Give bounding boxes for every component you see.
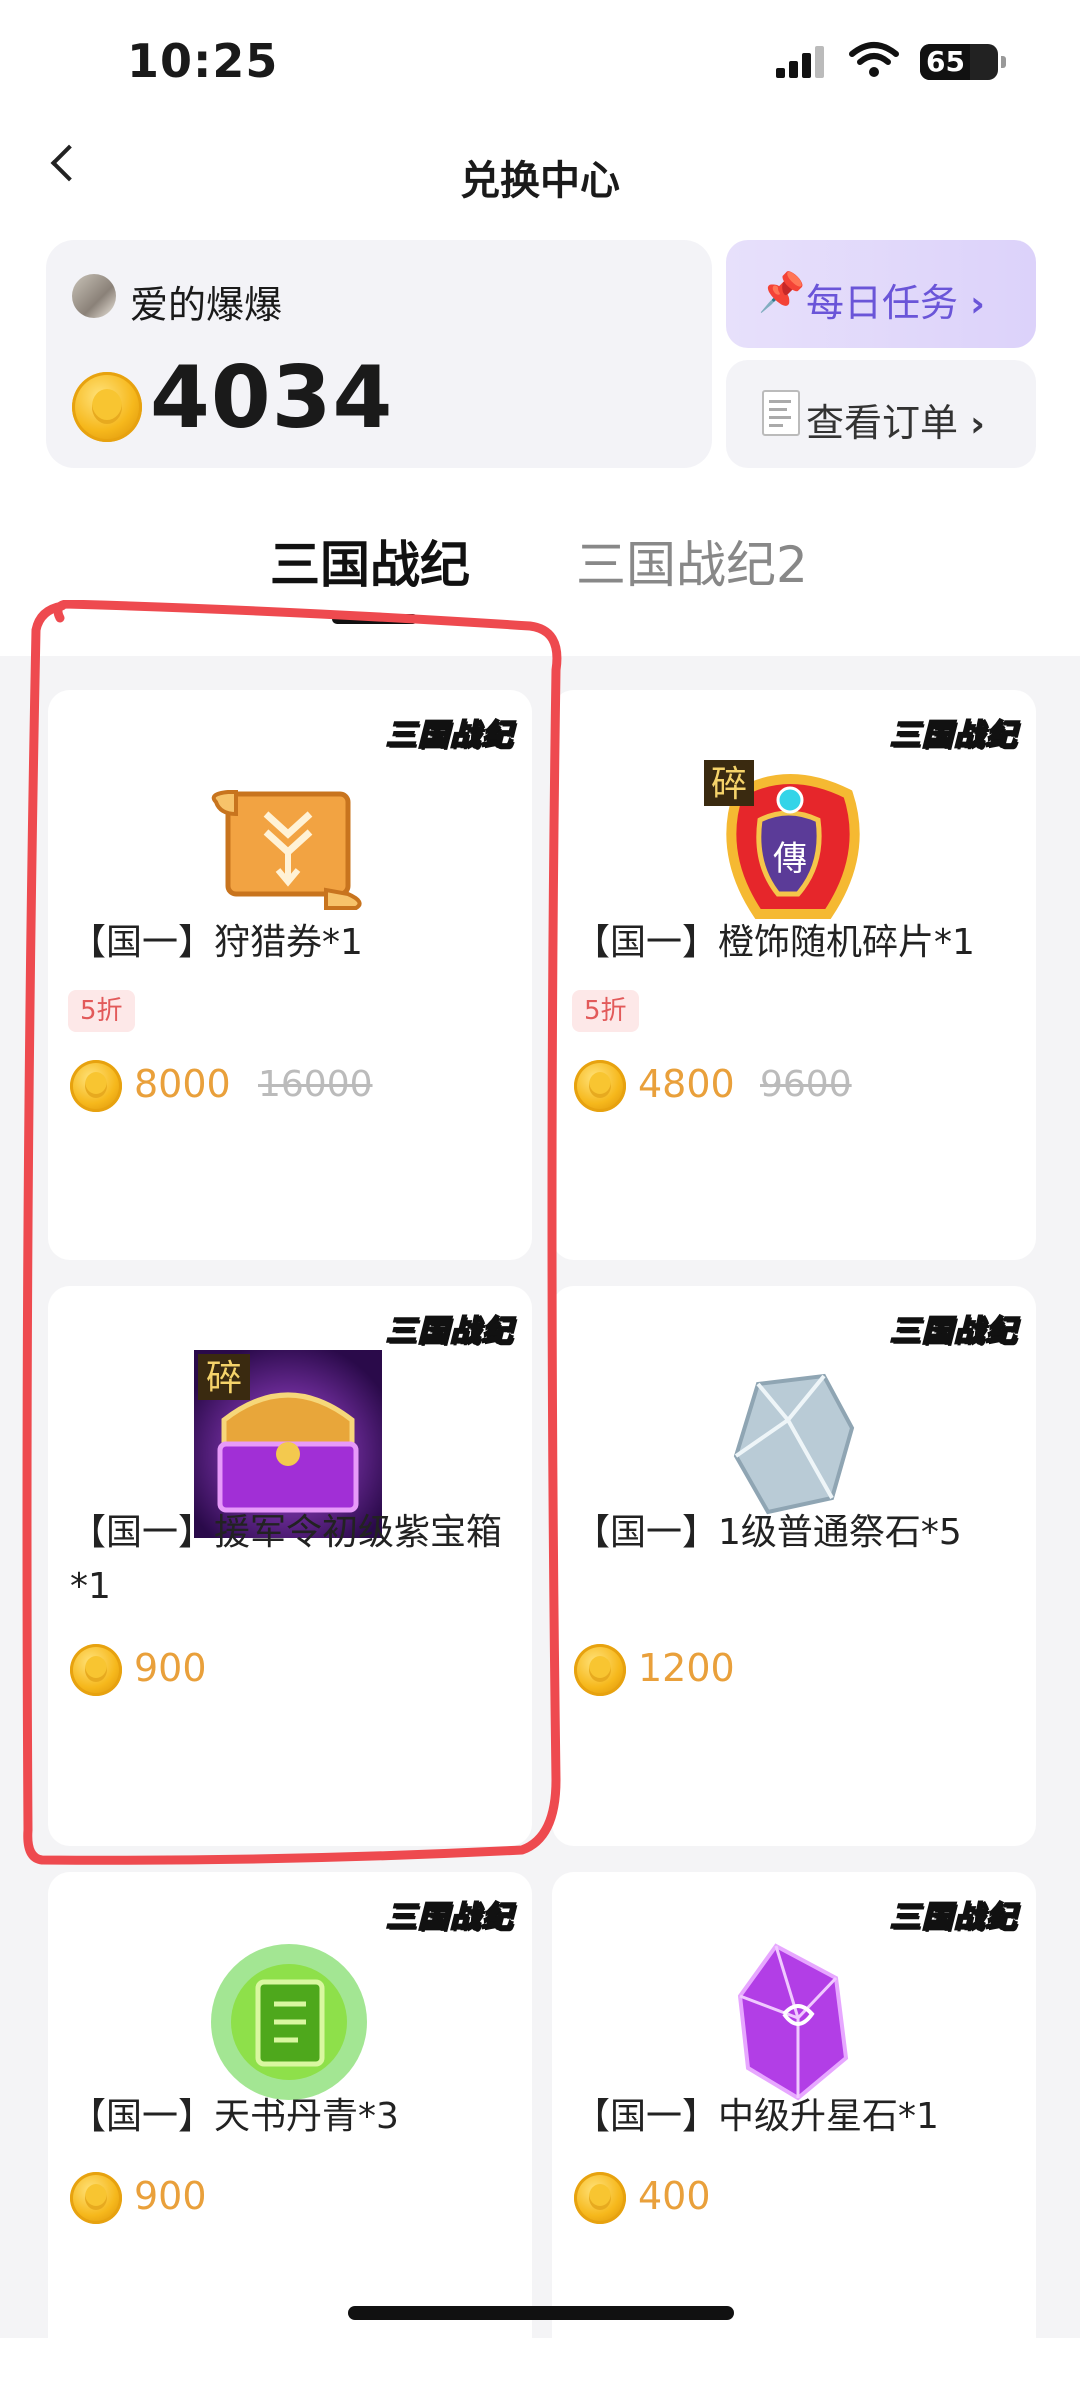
product-card[interactable]: 三国战纪 【国一】1级普通祭石*5 1200 — [552, 1286, 1036, 1846]
wifi-icon — [849, 42, 899, 77]
product-name: 【国一】1级普通祭石*5 — [574, 1512, 962, 1553]
coin-icon — [70, 2172, 122, 2224]
status-time: 10:25 — [127, 34, 279, 88]
page-title: 兑换中心 — [460, 158, 620, 204]
user-name: 爱的爆爆 — [130, 283, 283, 327]
product-price: 400 — [638, 2174, 711, 2218]
home-indicator — [348, 2306, 734, 2320]
battery-indicator: 65 — [920, 44, 1006, 80]
chevron-right-icon: › — [970, 284, 985, 325]
tab-sanguo[interactable]: 三国战纪 — [270, 525, 470, 597]
product-price: 4800 — [638, 1062, 735, 1106]
svg-text:碎: 碎 — [711, 764, 747, 805]
product-price: 1200 — [638, 1646, 735, 1690]
original-price: 9600 — [760, 1064, 852, 1105]
brand-badge: 三国战纪 — [385, 1899, 514, 1936]
brand-badge: 三国战纪 — [889, 1899, 1018, 1936]
coin-icon — [574, 2172, 626, 2224]
product-name: 【国一】天书丹青*3 — [70, 2096, 399, 2137]
product-price: 900 — [134, 2174, 207, 2218]
signal-icon — [776, 44, 826, 78]
star-stone-icon — [737, 1943, 849, 2101]
brand-badge: 三国战纪 — [889, 1313, 1018, 1350]
daily-tasks-label: 每日任务 › — [806, 281, 985, 325]
svg-text:傳: 傳 — [773, 839, 807, 879]
receipt-icon — [762, 390, 800, 436]
coin-icon — [574, 1060, 626, 1112]
brand-badge: 三国战纪 — [889, 717, 1018, 754]
product-card[interactable]: 三国战纪 傳 碎 【国一】橙饰随机碎片*1 5折 4800 9600 — [552, 690, 1036, 1260]
pushpin-icon: 📌 — [758, 270, 806, 314]
stone-icon — [733, 1373, 855, 1515]
highlight-annotation — [22, 600, 562, 1865]
fragment-icon: 傳 碎 — [704, 760, 860, 919]
view-orders-label: 查看订单 › — [806, 401, 985, 445]
avatar — [72, 274, 116, 318]
product-name: 【国一】橙饰随机碎片*1 — [574, 922, 975, 963]
book-icon — [211, 1944, 367, 2100]
chevron-right-icon: › — [970, 404, 985, 445]
discount-badge: 5折 — [572, 990, 639, 1032]
coin-icon — [72, 372, 142, 442]
coin-icon — [574, 1644, 626, 1696]
points-balance: 4034 — [150, 348, 394, 448]
tab-sanguo-2[interactable]: 三国战纪2 — [576, 525, 808, 597]
product-name: 【国一】中级升星石*1 — [574, 2096, 939, 2137]
